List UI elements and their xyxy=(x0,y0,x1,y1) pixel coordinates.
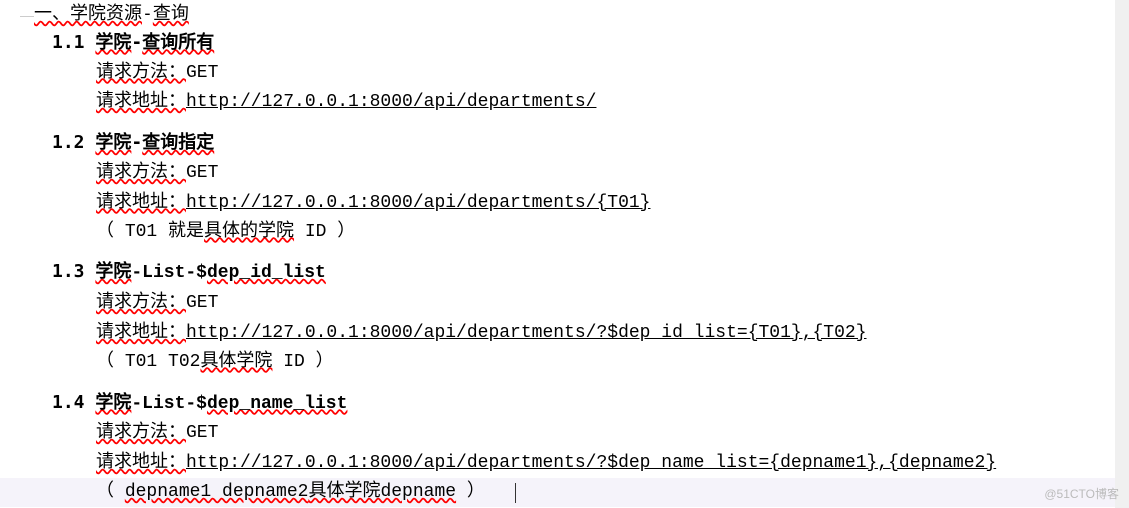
watermark: @51CTO博客 xyxy=(1044,485,1119,504)
item-1-2-note: （ T01 就是具体的学院 ID ） xyxy=(0,218,1129,247)
item-1-1-method: 请求方法：GET xyxy=(0,58,1129,88)
item-1-2-method: 请求方法：GET xyxy=(0,158,1129,188)
item-1-4-heading: 1.4 学院-List-$dep_name_list xyxy=(0,389,1129,419)
item-1-1-url: 请求地址：http://127.0.0.1:8000/api/departmen… xyxy=(0,87,1129,117)
item-1-4-url: 请求地址：http://127.0.0.1:8000/api/departmen… xyxy=(0,448,1129,478)
document-body: 一、学院资源-查询 1.1 学院-查询所有 请求方法：GET 请求地址：http… xyxy=(0,0,1129,507)
item-1-2-heading: 1.2 学院-查询指定 xyxy=(0,129,1129,158)
text-cursor xyxy=(515,483,516,503)
item-1-3-method: 请求方法：GET xyxy=(0,288,1129,318)
section-title: 一、学院资源-查询 xyxy=(0,0,1129,29)
item-1-1-heading: 1.1 学院-查询所有 xyxy=(0,29,1129,58)
scrollbar[interactable] xyxy=(1115,0,1129,508)
item-1-3-note: （ T01 T02 具体学院 ID ） xyxy=(0,348,1129,377)
item-1-4-note: （ depname1 depname2 具体学院 depname ） xyxy=(0,478,1129,507)
item-1-3-heading: 1.3 学院-List-$dep_id_list xyxy=(0,258,1129,288)
item-1-3-url: 请求地址：http://127.0.0.1:8000/api/departmen… xyxy=(0,318,1129,348)
item-1-2-url: 请求地址：http://127.0.0.1:8000/api/departmen… xyxy=(0,188,1129,218)
item-1-4-method: 请求方法：GET xyxy=(0,418,1129,448)
